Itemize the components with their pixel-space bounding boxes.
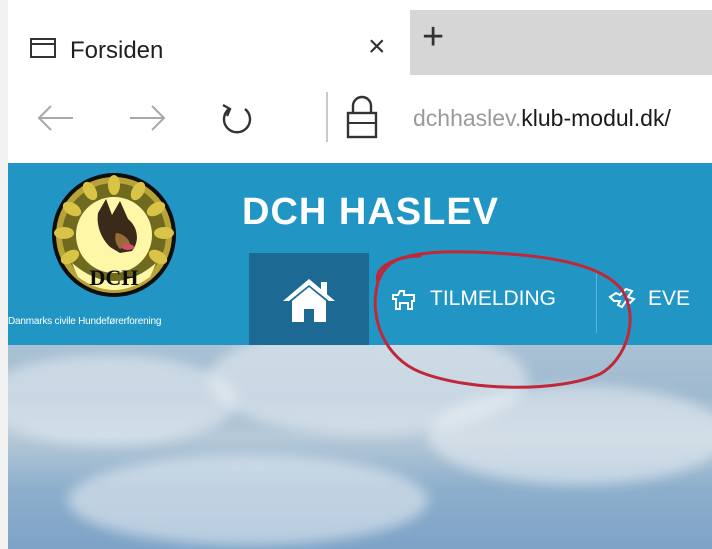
close-tab-icon[interactable]: × bbox=[368, 32, 386, 62]
organization-name: Danmarks civile Hundeførerforening bbox=[8, 316, 162, 327]
new-tab-button[interactable]: + bbox=[422, 18, 444, 56]
dog-icon bbox=[392, 290, 415, 310]
dch-logo[interactable]: DCH bbox=[50, 171, 178, 299]
url-subdomain: dchhaslev. bbox=[413, 105, 522, 131]
lock-icon[interactable] bbox=[344, 93, 380, 141]
nav-separator bbox=[326, 92, 328, 142]
menu-item-label: EVE bbox=[648, 287, 691, 310]
tab-title: Forsiden bbox=[70, 37, 164, 64]
menu-item-eve[interactable]: EVE bbox=[608, 253, 690, 345]
cloud-shape bbox=[428, 385, 712, 485]
back-arrow-icon[interactable] bbox=[33, 93, 77, 143]
home-nav-button[interactable] bbox=[249, 253, 369, 345]
tab-page-icon bbox=[30, 38, 56, 58]
dog-jump-icon bbox=[608, 287, 636, 309]
cloud-shape bbox=[8, 355, 238, 445]
site-title[interactable]: DCH HASLEV bbox=[242, 191, 499, 234]
menu-item-label: TILMELDING bbox=[430, 287, 557, 310]
home-icon bbox=[283, 279, 335, 322]
forward-arrow-icon[interactable] bbox=[126, 93, 170, 143]
tab-forsiden[interactable]: Forsiden × bbox=[8, 10, 410, 75]
site-header: DCH Danmarks civile Hundeførerforening D… bbox=[8, 163, 712, 345]
navigation-bar: dchhaslev.klub-modul.dk/ bbox=[8, 75, 712, 163]
menu-separator bbox=[596, 271, 597, 333]
tab-strip-empty bbox=[410, 10, 712, 75]
tab-bar: Forsiden × + bbox=[8, 0, 712, 75]
address-bar-url[interactable]: dchhaslev.klub-modul.dk/ bbox=[413, 105, 671, 132]
refresh-icon[interactable] bbox=[215, 93, 259, 143]
cloud-shape bbox=[68, 455, 428, 545]
hero-sky-image bbox=[8, 345, 712, 549]
logo-text: DCH bbox=[90, 265, 139, 290]
url-domain: klub-modul.dk/ bbox=[521, 105, 671, 131]
menu-item-tilmelding[interactable]: TILMELDING bbox=[390, 253, 556, 345]
